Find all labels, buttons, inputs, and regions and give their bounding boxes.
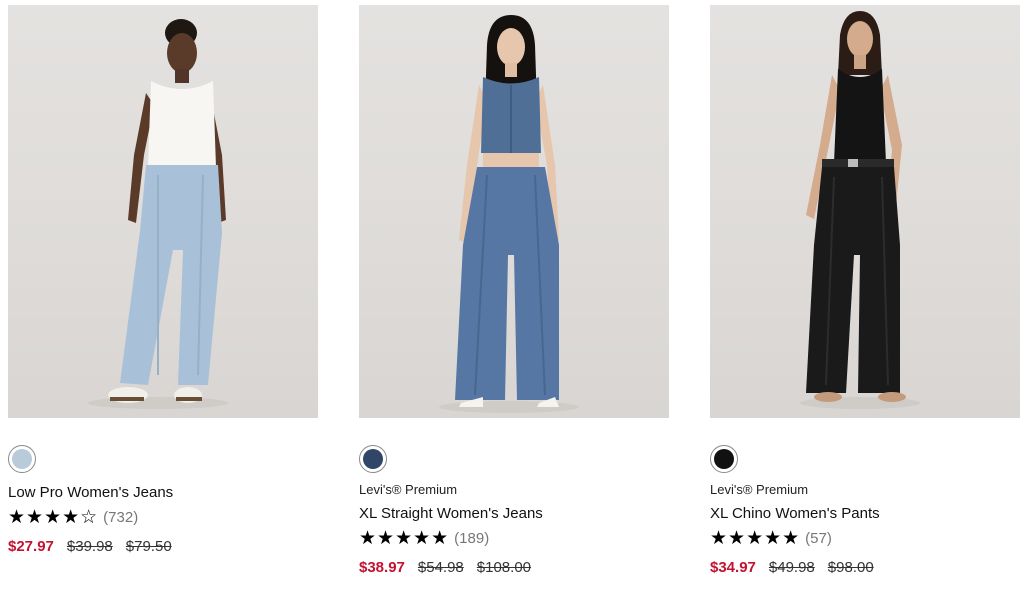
original-price: $54.98 <box>417 559 464 576</box>
product-rating[interactable]: ★★★★★ (57) <box>710 527 832 549</box>
star-rating-icon: ★★★★★ <box>710 527 801 549</box>
swatch-color-dot <box>714 449 734 469</box>
product-name[interactable]: XL Chino Women's Pants <box>710 505 880 522</box>
sale-price: $34.97 <box>710 559 756 576</box>
product-rating[interactable]: ★★★★★ (189) <box>359 527 489 549</box>
model-light-jeans-illustration <box>88 19 228 409</box>
original-price: $39.98 <box>66 538 113 555</box>
color-swatch[interactable] <box>710 445 738 473</box>
product-brand: Levi's® Premium <box>710 482 809 497</box>
star-rating-icon: ★★★★★ <box>359 527 450 549</box>
product-name[interactable]: XL Straight Women's Jeans <box>359 505 543 522</box>
sale-price: $27.97 <box>8 538 54 555</box>
model-black-pants-illustration <box>800 11 920 409</box>
product-name[interactable]: Low Pro Women's Jeans <box>8 484 173 501</box>
star-rating-icon: ★★★★☆ <box>8 506 99 528</box>
swatch-color-dot <box>12 449 32 469</box>
review-count: (732) <box>103 508 139 526</box>
swatch-color-dot <box>363 449 383 469</box>
review-count: (57) <box>805 529 832 547</box>
product-image[interactable] <box>710 5 1020 418</box>
list-price: $108.00 <box>476 559 532 576</box>
product-prices: $38.97 $54.98 $108.00 <box>359 559 531 576</box>
product-image[interactable] <box>359 5 669 418</box>
model-wide-jeans-illustration <box>439 15 579 413</box>
review-count: (189) <box>454 529 490 547</box>
product-card[interactable]: Levi's® Premium XL Chino Women's Pants ★… <box>710 5 1020 576</box>
product-card[interactable]: Low Pro Women's Jeans ★★★★☆ (732) $27.97… <box>8 5 318 555</box>
original-price: $49.98 <box>768 559 815 576</box>
product-rating[interactable]: ★★★★☆ (732) <box>8 506 138 528</box>
sale-price: $38.97 <box>359 559 405 576</box>
color-swatch[interactable] <box>359 445 387 473</box>
product-prices: $34.97 $49.98 $98.00 <box>710 559 874 576</box>
list-price: $79.50 <box>125 538 172 555</box>
product-grid: Low Pro Women's Jeans ★★★★☆ (732) $27.97… <box>0 0 1024 597</box>
product-image[interactable] <box>8 5 318 418</box>
product-prices: $27.97 $39.98 $79.50 <box>8 538 172 555</box>
color-swatch[interactable] <box>8 445 36 473</box>
product-brand: Levi's® Premium <box>359 482 458 497</box>
product-card[interactable]: Levi's® Premium XL Straight Women's Jean… <box>359 5 669 576</box>
list-price: $98.00 <box>827 559 874 576</box>
